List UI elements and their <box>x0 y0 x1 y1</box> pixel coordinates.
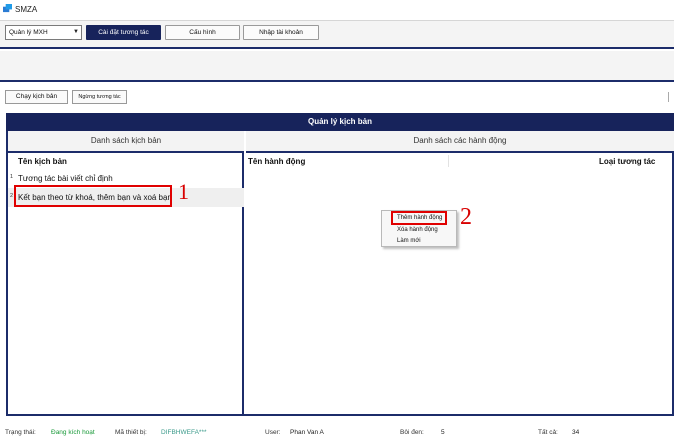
column-separator[interactable] <box>448 155 449 167</box>
interaction-type-column-header[interactable]: Loại tương tác <box>599 157 655 166</box>
script-name: Tương tác bài viết chỉ định <box>18 174 113 183</box>
frame-title: Quản lý kịch bản <box>6 113 674 131</box>
app-icon <box>3 4 12 13</box>
select-value: Quản lý MXH <box>9 29 48 36</box>
menu-item-delete-action[interactable]: Xóa hành động <box>397 227 438 233</box>
device-code-label: Mã thiết bị: <box>115 429 147 436</box>
toolbar-band <box>0 51 674 82</box>
highlight-box-step-1 <box>14 185 172 207</box>
step-marker-1: 1 <box>178 179 189 204</box>
user-value: Phan Van A <box>290 429 324 436</box>
status-label: Trạng thái: <box>5 429 36 436</box>
total-count-value: 34 <box>572 429 580 436</box>
user-label: User: <box>265 429 281 436</box>
row-number: 2 <box>10 193 14 199</box>
highlighted-count-value: 5 <box>441 429 445 436</box>
status-value: Đang kích hoạt <box>51 429 95 436</box>
config-button[interactable]: Cấu hình <box>165 25 240 40</box>
action-name-column-header[interactable]: Tên hành động <box>248 157 305 166</box>
device-code-value: DIFBHWEFA*** <box>161 429 207 436</box>
menu-item-refresh[interactable]: Làm mới <box>397 238 421 244</box>
run-script-button[interactable]: Chạy kịch bản <box>5 90 68 104</box>
edge-divider <box>668 92 669 102</box>
import-account-button[interactable]: Nhập tài khoản <box>243 25 319 40</box>
step-marker-2: 2 <box>460 204 472 230</box>
script-row[interactable]: 1 Tương tác bài viết chỉ định <box>8 170 244 186</box>
dropdown-arrow-icon[interactable]: ▼ <box>73 26 79 39</box>
social-network-select[interactable]: Quản lý MXH ▼ <box>5 25 82 40</box>
highlight-box-step-2 <box>391 211 447 225</box>
window-title: SMZA <box>15 5 38 14</box>
interaction-settings-button[interactable]: Cài đặt tương tác <box>86 25 161 40</box>
total-count-label: Tất cả: <box>538 429 558 436</box>
highlighted-count-label: Bôi đen: <box>400 429 424 436</box>
script-list-heading: Danh sách kịch bản <box>8 131 244 153</box>
row-number: 1 <box>10 174 14 180</box>
stop-interaction-button[interactable]: Ngừng tương tác <box>72 90 127 104</box>
title-bar <box>0 0 674 20</box>
script-name-column-header[interactable]: Tên kịch bản <box>18 157 67 166</box>
action-list-heading: Danh sách các hành động <box>246 131 674 153</box>
